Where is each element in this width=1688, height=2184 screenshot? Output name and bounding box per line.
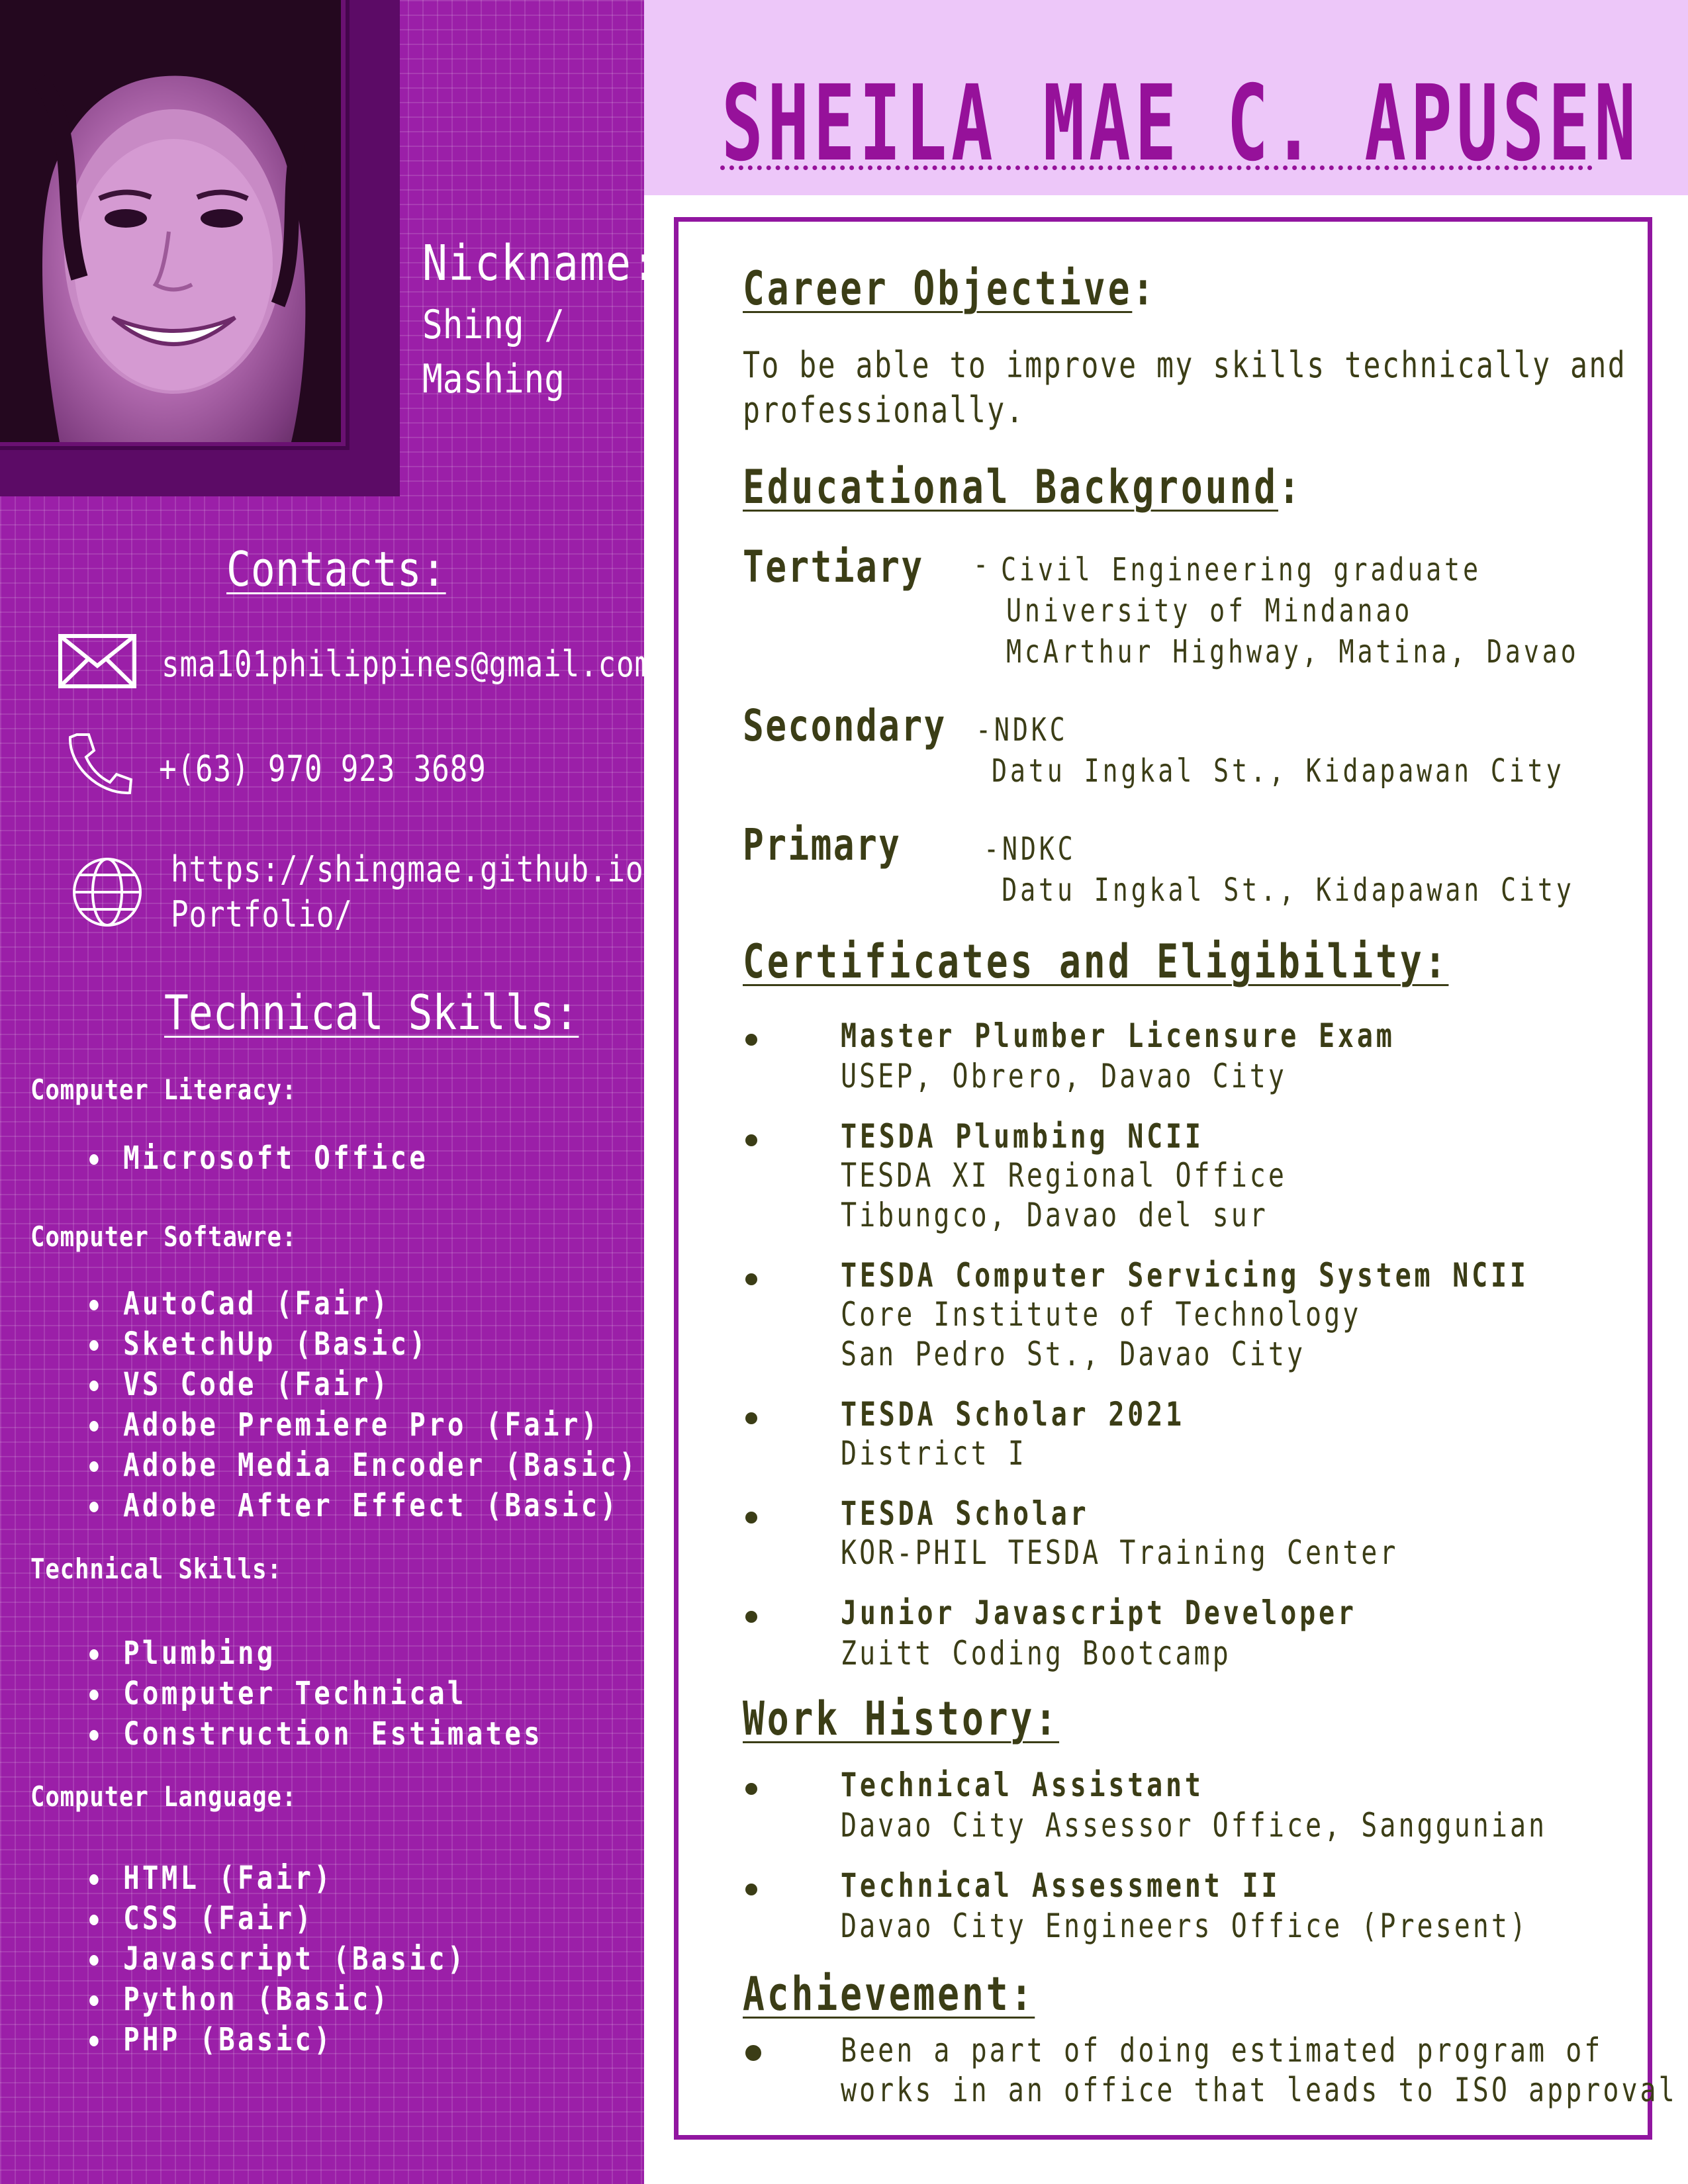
skill-category-technical-skills: Technical Skills: [30,1553,282,1585]
list-item: Computer Technical [86,1674,543,1714]
list-item: Adobe Media Encoder (Basic) [86,1445,638,1486]
bullet-icon [89,1955,99,1966]
computer-literacy-list: Microsoft Office [86,1138,489,1179]
bullet-icon [745,1034,757,1046]
contacts-heading: Contacts: [226,541,446,597]
list-item: Microsoft Office [86,1138,428,1179]
computer-language-list: HTML (Fair) CSS (Fair) Javascript (Basic… [86,1858,534,2060]
sidebar: Nickname: Shing / Mashing Contacts: sma1… [0,0,661,2184]
bullet-icon [89,1730,99,1741]
skill-category-computer-literacy: Computer Literacy: [30,1073,297,1106]
secondary-label: Secondary [743,700,947,751]
bullet-icon [745,1884,757,1895]
tertiary-label: Tertiary [743,541,924,592]
bullet-icon [89,1690,99,1700]
certificates-heading: Certificates and Eligibility: [743,934,1449,989]
certificate-details: KOR-PHIL TESDA Training Center [841,1533,1399,1572]
achievement-text: Been a part of doing estimated program o… [841,2031,1677,2109]
job-title: Technical Assistant [841,1766,1204,1804]
nickname-line-2: Mashing [422,356,565,402]
list-item: Javascript (Basic) [86,1939,467,1979]
primary-label: Primary [743,819,902,870]
bullet-icon [745,1412,757,1424]
list-item: PHP (Basic) [86,2020,467,2060]
website-line-2[interactable]: Portfolio/ [171,892,662,937]
photo-frame [0,0,400,496]
bullet-icon [89,1874,99,1885]
primary-details: -NDKC Datu Ingkal St., Kidapawan City [984,831,1575,909]
bullet-icon [89,2036,99,2046]
profile-photo [0,0,341,442]
list-item: Construction Estimates [86,1714,543,1754]
job-details: Davao City Engineers Office (Present) [841,1907,1529,1945]
bullet-icon [745,1512,757,1524]
bullet-icon [745,2045,761,2061]
skill-category-computer-software: Computer Softawre: [30,1220,297,1253]
phone-number[interactable]: +(63) 970 923 3689 [159,748,487,790]
nickname-label: Nickname: [422,235,659,292]
envelope-icon [58,634,136,688]
certificate-title: TESDA Scholar [841,1494,1090,1533]
bullet-icon [745,1611,757,1623]
list-item: HTML (Fair) [86,1858,467,1899]
bullet-icon [89,1461,99,1472]
globe-icon [73,858,142,927]
bullet-icon [89,1300,99,1310]
certificate-title: TESDA Computer Servicing System NCII [841,1256,1529,1295]
email-link[interactable]: sma101philippines@gmail.com [162,643,653,685]
bullet-icon [89,1154,99,1165]
website-line-1[interactable]: https://shingmae.github.io/ [171,847,662,892]
portrait-illustration [0,0,341,442]
list-item: Plumbing [86,1633,543,1674]
work-history-heading: Work History: [743,1692,1060,1746]
certificate-details: USEP, Obrero, Davao City [841,1057,1287,1095]
bullet-icon [89,1649,99,1660]
bullet-icon [89,1340,99,1351]
career-objective-text: To be able to improve my skills technica… [743,344,1627,431]
certificate-details: Core Institute of Technology San Pedro S… [841,1295,1362,1373]
bullet-icon [745,1783,757,1795]
nickname-value: Shing / Mashing [422,298,565,406]
title-dotted-underline [720,165,1593,170]
bullet-icon [89,1915,99,1925]
job-title: Technical Assessment II [841,1866,1281,1905]
photo-border [0,0,350,450]
bullet-icon [745,1273,757,1285]
education-heading: Educational Background: [743,460,1303,514]
phone-row[interactable]: +(63) 970 923 3689 [159,748,558,790]
list-item: SketchUp (Basic) [86,1324,638,1365]
list-item: Adobe After Effect (Basic) [86,1486,638,1526]
bullet-icon [745,1134,757,1146]
list-item: Python (Basic) [86,1979,467,2020]
certificate-title: Junior Javascript Developer [841,1594,1357,1632]
list-item: Adobe Premiere Pro (Fair) [86,1405,638,1445]
bullet-icon [89,1995,99,2006]
certificate-details: TESDA XI Regional Office Tibungco, Davao… [841,1156,1287,1234]
secondary-details: -NDKC Datu Ingkal St., Kidapawan City [976,711,1565,790]
technical-skills-heading: Technical Skills: [164,985,579,1040]
certificate-title: Master Plumber Licensure Exam [841,1017,1395,1055]
certificate-title: TESDA Scholar 2021 [841,1395,1185,1433]
certificate-details: Zuitt Coding Bootcamp [841,1634,1231,1672]
email-row[interactable]: sma101philippines@gmail.com [162,643,761,685]
bullet-icon [89,1502,99,1512]
certificate-title: TESDA Plumbing NCII [841,1117,1204,1156]
list-item: CSS (Fair) [86,1899,467,1939]
job-details: Davao City Assessor Office, Sanggunian [841,1806,1548,1844]
certificate-details: District I [841,1434,1027,1473]
list-item: AutoCad (Fair) [86,1284,638,1324]
career-objective-heading: Career Objective: [743,261,1157,316]
tertiary-dash: - [973,546,992,583]
technical-skills-list: Plumbing Computer Technical Construction… [86,1633,624,1754]
bullet-icon [89,1381,99,1391]
list-item: VS Code (Fair) [86,1365,638,1405]
achievement-heading: Achievement: [743,1967,1035,2021]
tertiary-details: Civil Engineering graduate University of… [1001,551,1579,670]
skill-category-computer-language: Computer Language: [30,1780,297,1813]
computer-software-list: AutoCad (Fair) SketchUp (Basic) VS Code … [86,1284,735,1526]
phone-icon [68,733,133,795]
nickname-line-1: Shing / [422,302,565,348]
bullet-icon [89,1421,99,1432]
